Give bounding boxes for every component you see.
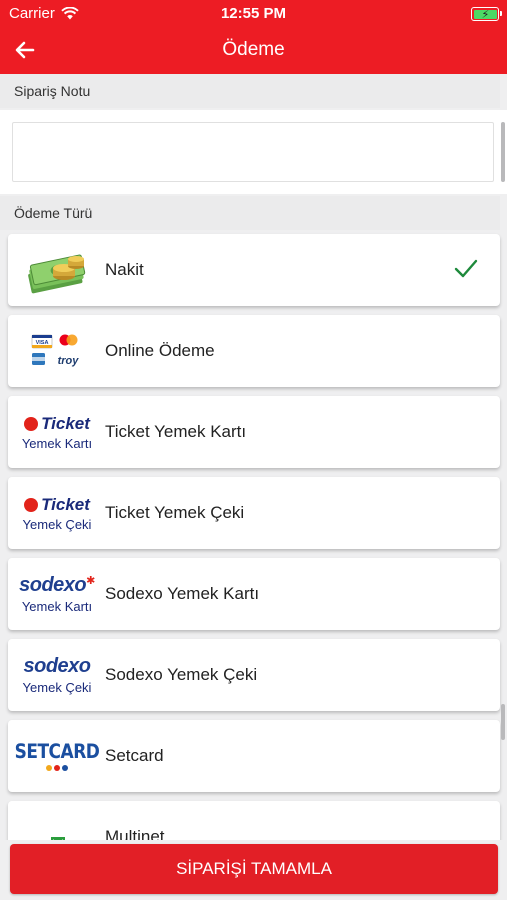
payment-option-sodexo-card[interactable]: sodexo✱ Yemek Kartı Sodexo Yemek Kartı (8, 558, 500, 630)
svg-text:troy: troy (58, 355, 80, 367)
outer-scroll-indicator[interactable] (501, 122, 505, 182)
sodexo-logo: sodexo Yemek Çeki (20, 649, 94, 701)
complete-order-button[interactable]: SİPARİŞİ TAMAMLA (10, 844, 498, 894)
battery-icon: ⚡ (471, 7, 502, 21)
order-note-title: Sipariş Notu (14, 83, 91, 99)
order-note-area (0, 110, 507, 194)
sodexo-logo-subtitle: Yemek Kartı (21, 599, 93, 614)
sodexo-logo-text: sodexo (19, 574, 87, 596)
payment-option-label: Ticket Yemek Çeki (105, 503, 245, 522)
setcard-logo: SETCARD (15, 730, 100, 782)
sodexo-logo-subtitle: Yemek Çeki (22, 680, 92, 695)
ticket-logo: Ticket Yemek Kartı (20, 406, 94, 458)
ticket-logo: Ticket Yemek Çeki (20, 487, 94, 539)
status-time: 12:55 PM (220, 5, 287, 22)
ticket-logo-text: Ticket (41, 494, 90, 514)
payment-option-label: Online Ödeme (105, 341, 215, 360)
payment-option-ticket-voucher[interactable]: Ticket Yemek Çeki Ticket Yemek Çeki (8, 477, 500, 549)
payment-option-label: Sodexo Yemek Kartı (105, 584, 260, 603)
payment-option-ticket-card[interactable]: Ticket Yemek Kartı Ticket Yemek Kartı (8, 396, 500, 468)
payment-type-header: Ödeme Türü (0, 196, 500, 230)
payment-option-label: Setcard (105, 746, 164, 765)
payment-option-label: Nakit (105, 260, 144, 279)
payment-option-setcard[interactable]: SETCARD Setcard (8, 720, 500, 792)
svg-text:VISA: VISA (36, 340, 49, 346)
payment-option-label: Ticket Yemek Kartı (105, 422, 247, 441)
navigation-bar: Ödeme (0, 28, 507, 74)
complete-order-label: SİPARİŞİ TAMAMLA (176, 859, 332, 878)
page-title: Ödeme (222, 39, 285, 60)
payment-option-label: Sodexo Yemek Çeki (105, 665, 258, 684)
payment-option-sodexo-voucher[interactable]: sodexo Yemek Çeki Sodexo Yemek Çeki (8, 639, 500, 711)
payment-options-list[interactable]: Nakit VISA troy Online Ödeme Ticket Yeme… (0, 230, 507, 840)
ticket-logo-subtitle: Yemek Çeki (22, 516, 92, 532)
payment-option-label: Multinet (105, 827, 165, 840)
order-note-header: Sipariş Notu (0, 74, 500, 108)
setcard-logo-text: SETCARD (14, 740, 100, 763)
payment-type-title: Ödeme Türü (14, 205, 93, 221)
list-scroll-indicator[interactable] (501, 704, 505, 740)
card-brands-icon: VISA troy (20, 325, 94, 377)
payment-option-online[interactable]: VISA troy Online Ödeme (8, 315, 500, 387)
checkmark-icon (454, 259, 478, 278)
multinet-logo (20, 811, 94, 840)
payment-option-cash[interactable]: Nakit (8, 234, 500, 306)
payment-option-multinet[interactable]: Multinet (8, 801, 500, 840)
status-bar: Carrier 12:55 PM ⚡ (0, 0, 507, 28)
ticket-logo-subtitle: Yemek Kartı (21, 435, 93, 451)
top-bar: Carrier 12:55 PM ⚡ Ödeme (0, 0, 507, 74)
order-note-input[interactable] (12, 122, 494, 182)
cash-icon (20, 244, 94, 296)
ticket-logo-text: Ticket (41, 413, 90, 433)
sodexo-logo-text: sodexo (23, 655, 91, 677)
sodexo-logo: sodexo✱ Yemek Kartı (19, 574, 95, 614)
